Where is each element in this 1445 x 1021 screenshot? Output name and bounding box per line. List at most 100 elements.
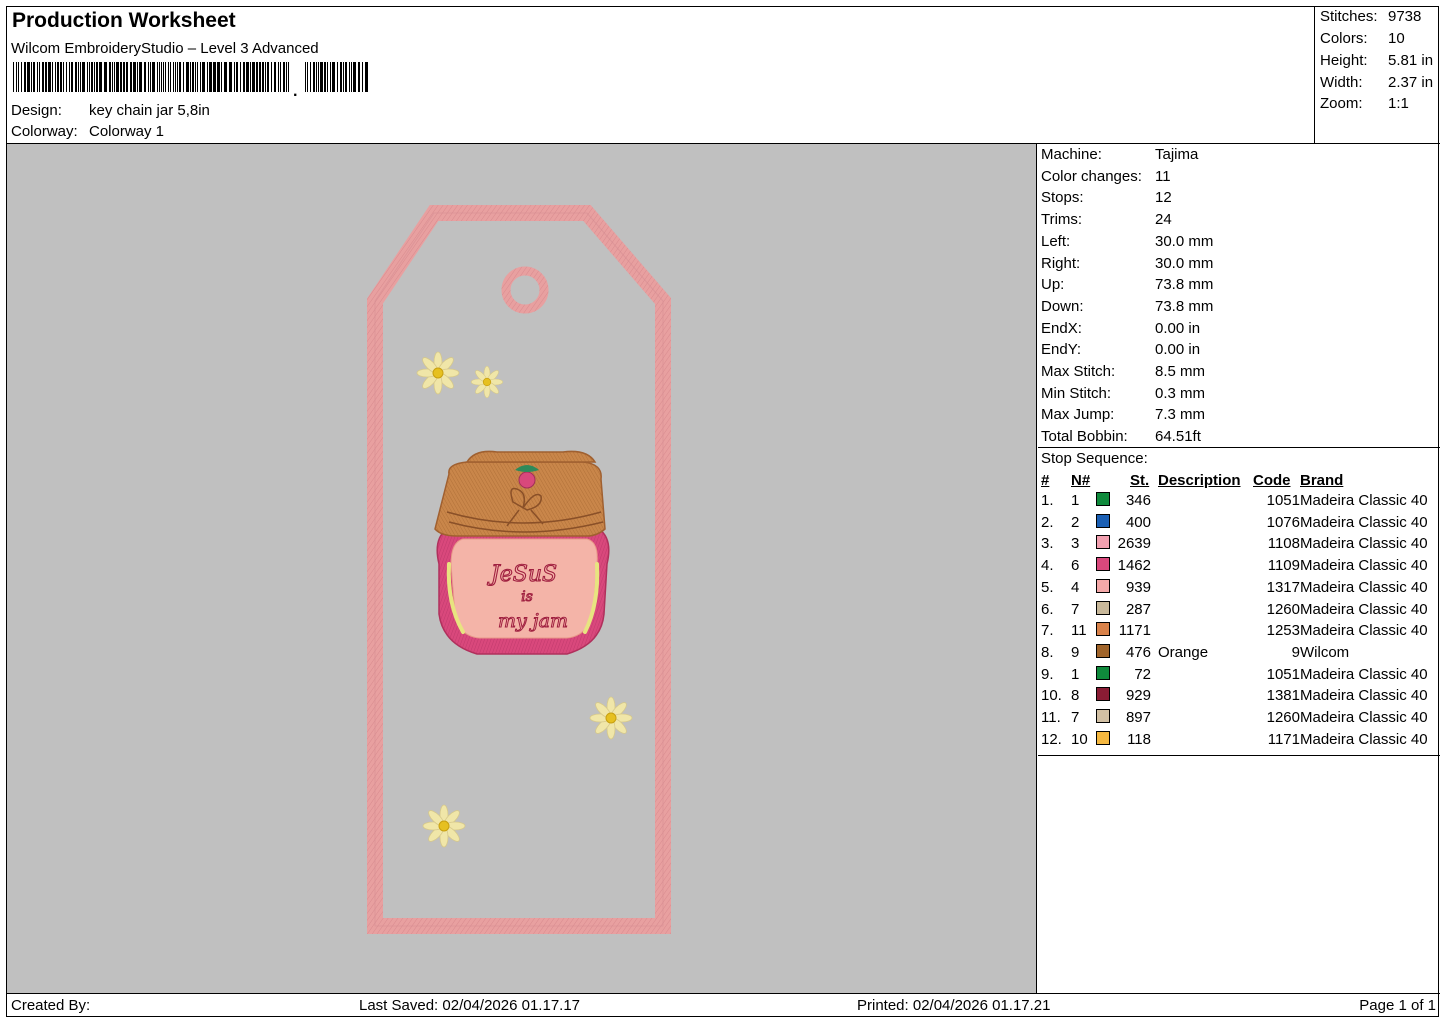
machine-info-label: Total Bobbin:	[1041, 428, 1128, 446]
machine-info-row: Left: 30.0 mm	[1041, 232, 1213, 250]
printed-date: Printed: 02/04/2026 01.17.21	[857, 997, 1051, 1014]
table-row: 4. 6 1462 1109 Madeira Classic 40	[1038, 557, 1440, 579]
machine-info-label: Color changes:	[1041, 167, 1142, 185]
machine-info-label: Left:	[1041, 232, 1071, 250]
table-row: 9. 1 72 1051 Madeira Classic 40	[1038, 665, 1440, 688]
table-row: 8. 9 476 Orange 9 Wilcom	[1038, 643, 1440, 666]
color-swatch	[1096, 709, 1110, 723]
row-index: 9.	[1041, 665, 1054, 683]
row-needle: 8	[1071, 687, 1080, 705]
row-needle: 7	[1071, 600, 1080, 618]
row-stitches: 1462	[1117, 557, 1151, 575]
row-index: 2.	[1041, 513, 1054, 531]
color-swatch	[1096, 557, 1110, 572]
jar-label-line3: my jam	[498, 610, 568, 632]
machine-info-label: Max Stitch:	[1041, 363, 1116, 380]
machine-info-panel: Machine: Tajima Color changes: 11 Stops: 1 2 Tr…	[1038, 144, 1440, 993]
machine-info-row: Right: 30.0 mm	[1041, 255, 1213, 272]
table-row: 1. 1 346 1051 Madeira Classic 40	[1038, 492, 1440, 514]
machine-info-value: 30.0 mm	[1155, 232, 1214, 250]
row-code: 1051	[1266, 665, 1300, 683]
machine-info-row: Down: 73.8 mm	[1041, 298, 1213, 315]
color-swatch	[1096, 622, 1110, 637]
machine-info-row: Trims: 24	[1041, 211, 1172, 228]
row-index: 3.	[1041, 535, 1054, 553]
row-needle: 3	[1071, 535, 1080, 553]
row-brand: Madeira Classic 40	[1300, 709, 1428, 726]
barcode: ,	[13, 62, 368, 96]
keyring-hole	[501, 266, 549, 314]
table-row: 10. 8 929 1381 Madeira Classic 40	[1038, 687, 1440, 709]
divider	[1038, 447, 1440, 448]
col-header-index: #	[1041, 472, 1050, 489]
last-saved: Last Saved: 02/04/2026 01.17.17	[359, 997, 581, 1014]
row-index: 12.	[1041, 730, 1062, 748]
row-stitches: 476	[1125, 643, 1151, 661]
row-brand: Madeira Classic 40	[1300, 665, 1428, 683]
row-brand: Madeira Classic 40	[1300, 557, 1428, 575]
row-brand: Madeira Classic 40	[1300, 578, 1428, 596]
jar-illustration: JeSuS is my jam	[434, 450, 610, 655]
machine-info-label: Max Jump:	[1041, 406, 1115, 424]
row-index: 7.	[1041, 622, 1054, 640]
color-swatch	[1096, 578, 1110, 593]
design-value: key chain jar 5,8in	[89, 102, 210, 119]
jar-label-line2: is	[521, 589, 533, 605]
machine-info-value: 30.0 mm	[1155, 254, 1214, 272]
row-brand: Madeira Classic 40	[1300, 687, 1428, 705]
row-stitches: 72	[1134, 665, 1151, 683]
col-header-needle: N#	[1071, 472, 1091, 489]
color-swatch	[1096, 513, 1110, 528]
row-index: 4.	[1041, 557, 1054, 575]
machine-info-row: Min Stitch: 0.3 mm	[1041, 384, 1205, 402]
row-needle: 7	[1071, 709, 1080, 726]
row-stitches: 1171	[1118, 622, 1151, 640]
table-row: 12. 10 118 1171 Madeira Classic 40	[1038, 730, 1440, 753]
machine-info-label: Min Stitch:	[1041, 384, 1112, 402]
machine-info-value: 8.5 mm	[1155, 363, 1206, 380]
machine-info-row: Color changes: 11	[1041, 167, 1171, 185]
page-number: Page 1 of 1	[1359, 997, 1436, 1014]
machine-info-label: EndY:	[1041, 341, 1082, 359]
machine-info-row: Total Bobbin: 64.51ft	[1041, 428, 1201, 446]
machine-info-value: 73.8 mm	[1155, 297, 1214, 315]
row-code: 1051	[1266, 492, 1300, 509]
row-code: 1317	[1266, 578, 1300, 596]
table-row: 7. 11 1171 1253 Madeira Classic 40	[1038, 622, 1440, 644]
row-stitches: 897	[1125, 709, 1151, 726]
row-description: Orange	[1158, 643, 1209, 661]
table-row: 2. 2 400 1076 Madeira Classic 40	[1038, 513, 1440, 536]
row-index: 6.	[1041, 600, 1054, 618]
software-name: Wilcom EmbroideryStudio – Level 3 Advanc…	[11, 40, 319, 57]
colorway-row: Colorway: Colorway 1	[11, 123, 164, 140]
row-brand: Madeira Classic 40	[1300, 600, 1428, 618]
stat-width: Width: 2.37 in	[1320, 74, 1434, 91]
created-by: Created By:	[11, 997, 91, 1014]
row-stitches: 400	[1125, 513, 1151, 531]
color-swatch	[1096, 492, 1110, 506]
flower-icon	[589, 696, 633, 740]
row-needle: 2	[1071, 513, 1080, 531]
row-needle: 1	[1071, 665, 1080, 683]
stat-colors: Colors: 10	[1320, 30, 1405, 47]
col-header-brand: Brand	[1300, 472, 1344, 489]
machine-info-label: Stops:	[1041, 189, 1084, 207]
row-brand: Madeira Classic 40	[1300, 730, 1428, 748]
machine-info-row: Up: 73.8 mm	[1041, 276, 1213, 293]
color-swatch	[1096, 665, 1110, 680]
flower-icon	[470, 365, 504, 399]
row-needle: 11	[1071, 622, 1087, 640]
worksheet-footer: Created By: Last Saved: 02/04/2026 01.17…	[7, 993, 1440, 1018]
worksheet: Production Worksheet Wilcom EmbroiderySt…	[6, 6, 1440, 1018]
row-needle: 4	[1071, 578, 1080, 596]
col-header-code: Code	[1253, 472, 1291, 489]
colorway-label: Colorway:	[11, 123, 78, 140]
row-stitches: 939	[1125, 578, 1151, 596]
row-code: 1108	[1267, 535, 1300, 553]
machine-info-value: 73.8 mm	[1155, 276, 1214, 294]
row-index: 1.	[1041, 492, 1054, 509]
machine-info-value: 11	[1155, 167, 1171, 185]
machine-info-row: Machine: Tajima	[1041, 146, 1198, 163]
stat-zoom: Zoom: 1:1	[1320, 95, 1409, 112]
table-row: 6. 7 287 1260 Madeira Classic 40	[1038, 600, 1440, 623]
